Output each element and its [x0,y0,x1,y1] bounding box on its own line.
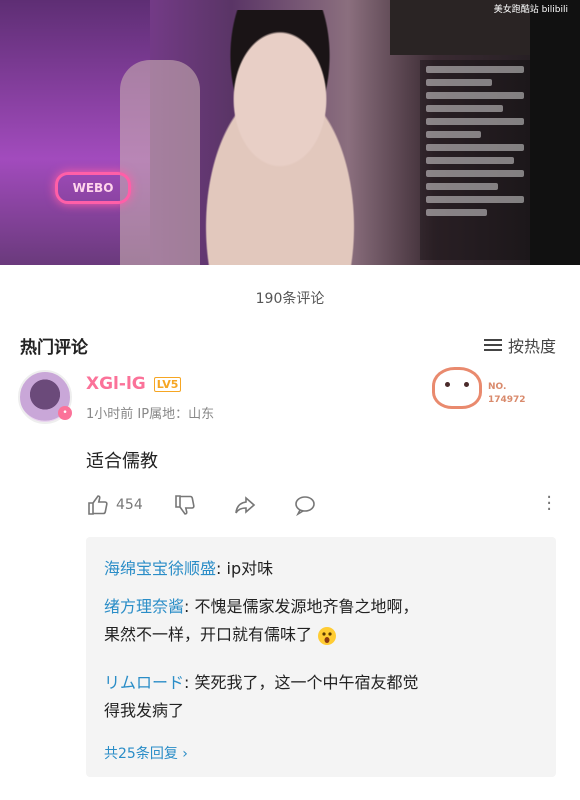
like-icon[interactable] [86,493,110,517]
dislike-icon[interactable] [173,493,197,517]
reply-author[interactable]: 海绵宝宝徐顺盛 [104,559,216,578]
comment-actions: 454 [86,493,323,517]
reply-text-cont: 得我发病了 [104,701,185,720]
reply-author[interactable]: 绪方理奈酱 [104,597,184,616]
comment-text: 适合儒教 [86,451,158,472]
share-icon[interactable] [233,493,257,517]
reply-text: : 笑死我了，这一个中午宿友都觉 [184,673,419,692]
username-text: XGl-lG [86,374,146,394]
comment-username[interactable]: XGl-lG LV5 [86,374,182,394]
reply-text: : 不愧是儒家发源地齐鲁之地啊， [184,597,419,616]
reply-item: 海绵宝宝徐顺盛: ip对味 [104,555,544,583]
shocked-emoji-icon [318,626,337,645]
sort-button[interactable]: 按热度 [483,333,556,357]
comment-meta: 1小时前 IP属地：山东 [86,407,215,422]
view-all-replies-link[interactable]: 共25条回复 › [104,743,188,763]
reply-item: リムロード: 笑死我了，这一个中午宿友都觉 得我发病了 [104,669,544,725]
verified-badge-icon: • [58,406,72,420]
reply-icon[interactable] [293,493,317,517]
more-options-icon[interactable]: · · · [546,489,552,519]
streamer-figure [165,10,395,265]
reply-text-cont: 果然不一样，开口就有儒味了 [104,625,313,644]
neon-sign: WEBO [55,172,131,204]
avatar[interactable]: • [18,370,72,424]
level-badge: LV5 [153,376,182,392]
live-chat-overlay [420,60,530,260]
video-edge [530,0,580,265]
fan-badge-value: 174972 [488,395,526,405]
reply-preview-box[interactable]: 海绵宝宝徐顺盛: ip对味 绪方理奈酱: 不愧是儒家发源地齐鲁之地啊， 果然不一… [86,537,556,777]
fan-badge-icon [432,367,482,413]
reply-text: : ip对味 [216,559,274,578]
like-count: 454 [116,497,143,513]
fan-badge-number: NO. 174972 [488,381,526,407]
sort-label: 按热度 [507,337,556,356]
hot-comments-title: 热门评论 [20,338,88,358]
reply-author[interactable]: リムロード [104,673,184,692]
video-player[interactable]: WEBO 美女跑酷站 bilibili [0,0,580,265]
comment-count: 190条评论 [255,291,325,307]
reply-item: 绪方理奈酱: 不愧是儒家发源地齐鲁之地啊， 果然不一样，开口就有儒味了 [104,593,544,649]
fan-badge-label: NO. [488,382,507,392]
watermark: 美女跑酷站 bilibili [493,5,568,15]
sort-icon [483,336,502,354]
